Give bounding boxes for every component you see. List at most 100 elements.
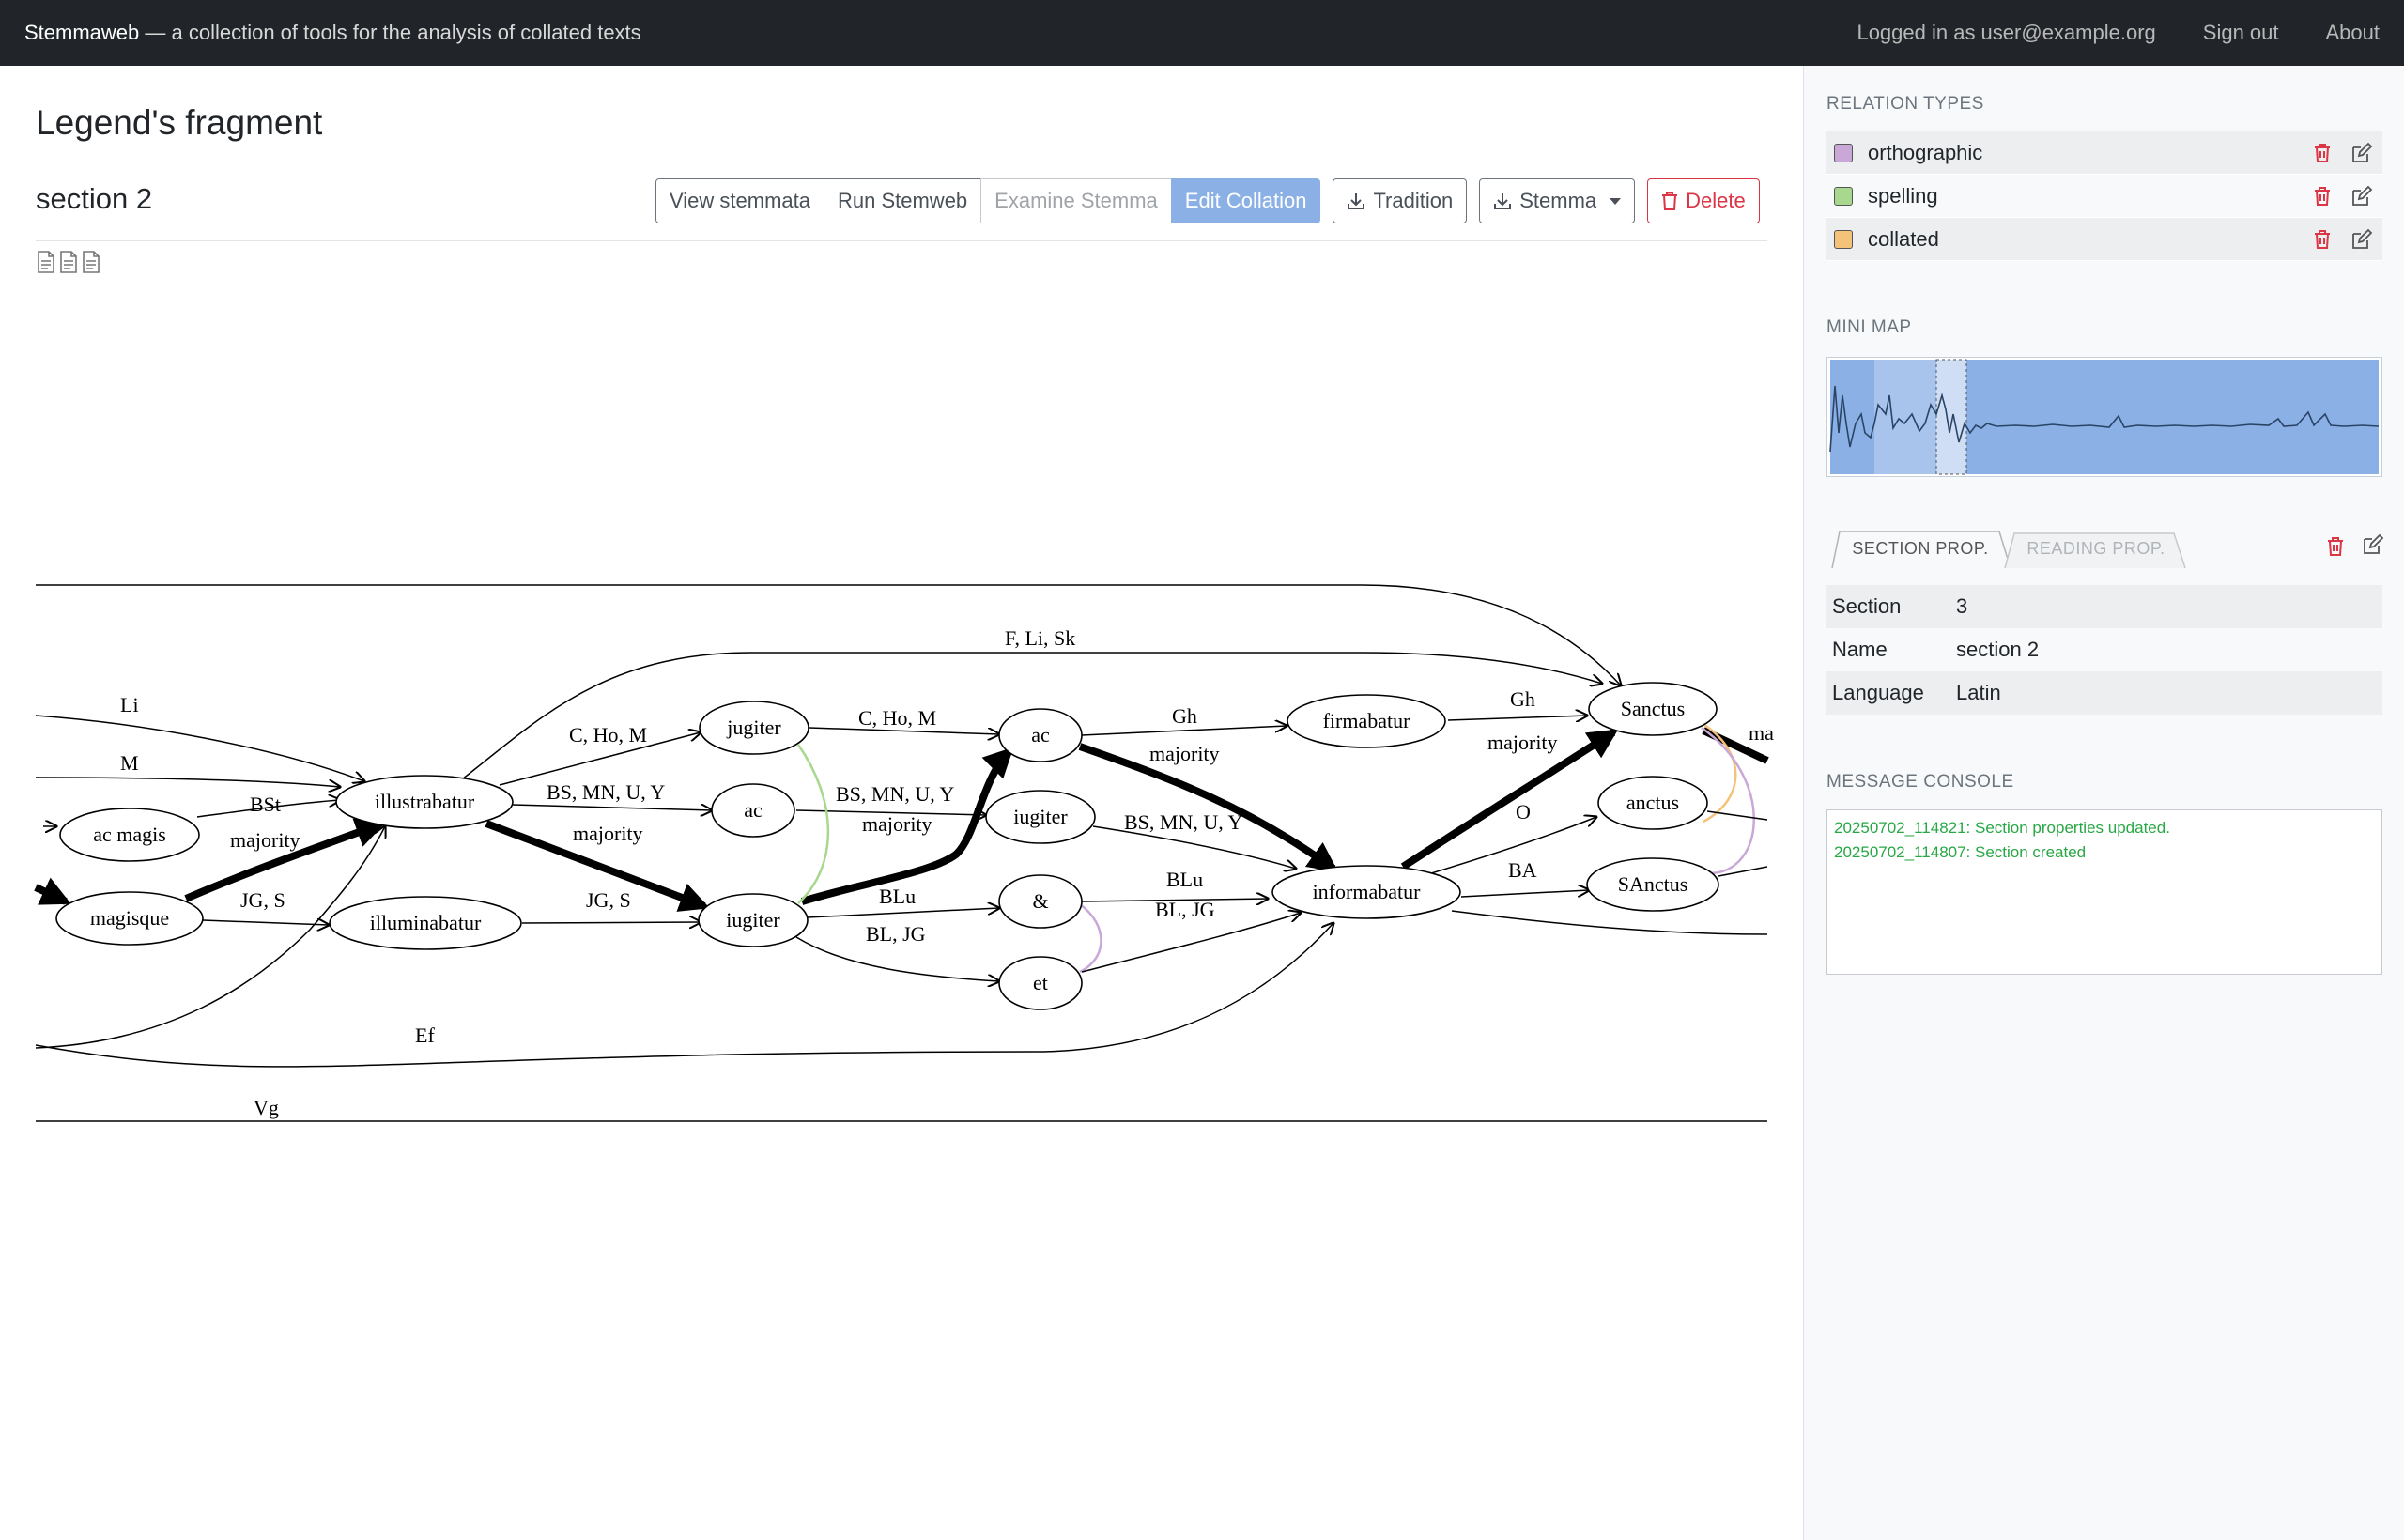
tab-section-properties[interactable]: SECTION PROP. [1840,528,2001,569]
document-icon[interactable] [81,250,101,274]
property-row: Language Latin [1826,671,2382,715]
edge [35,715,364,781]
node-label: ac magis [93,823,166,846]
trash-icon[interactable] [2322,533,2349,560]
view-stemmata-button[interactable]: View stemmata [655,178,824,223]
trash-icon[interactable] [2309,226,2335,253]
color-swatch [1834,186,1853,206]
download-icon [1348,193,1365,209]
edge-label: M [120,751,139,775]
edge-label: BLu [1166,868,1203,891]
header-divider [36,240,1767,241]
edge [1706,810,1768,821]
node-label: ac [1031,723,1050,747]
edge [35,923,1333,1068]
stemma-download-dropdown[interactable]: Stemma [1479,178,1636,223]
node-label: & [1032,889,1048,913]
examine-stemma-button[interactable]: Examine Stemma [980,178,1172,223]
top-navbar: Stemmaweb — a collection of tools for th… [0,0,2404,66]
relation-types-list: orthographic spelling collated [1826,131,2382,261]
edge [1451,910,1768,935]
tab-reading-properties[interactable]: READING PROP. [2016,528,2176,569]
edge-label: BL, JG [866,922,926,946]
toolbar: View stemmata Run Stemweb Examine Stemma… [655,178,1760,223]
logged-in-text: Logged in as user@example.org [1857,21,2156,44]
color-swatch [1834,229,1853,249]
edge [35,777,340,787]
node-label: informabatur [1313,880,1422,903]
tradition-label: Tradition [1373,189,1454,212]
relation-type-item[interactable]: collated [1826,218,2382,261]
edge-label: Ef [415,1024,435,1047]
about-link[interactable]: About [2326,21,2381,45]
edit-icon[interactable] [2349,226,2375,253]
brand-name: Stemmaweb [24,21,140,44]
delete-label: Delete [1686,189,1746,212]
trash-icon[interactable] [2309,140,2335,166]
edge-label: JG, S [586,888,631,912]
edit-collation-button[interactable]: Edit Collation [1170,178,1321,223]
edge-label: ma [1749,721,1774,745]
node-label: et [1033,971,1048,994]
nav-right: Logged in as user@example.org Sign out A… [1810,21,2380,45]
edit-icon[interactable] [2349,140,2375,166]
document-icon[interactable] [58,250,79,274]
trash-icon[interactable] [2309,183,2335,209]
property-value: Latin [1956,681,2001,704]
run-stemweb-button[interactable]: Run Stemweb [823,178,982,223]
edge-label: BSt [250,793,281,816]
main-area: Legend's fragment section 2 View stemmat… [0,66,1803,1540]
node-label: anctus [1626,791,1679,814]
relation-type-item[interactable]: orthographic [1826,131,2382,175]
relation-types-heading: RELATION TYPES [1826,94,1984,114]
node-label: iugiter [1013,805,1068,828]
section-title: section 2 [36,182,153,215]
app-brand[interactable]: Stemmaweb — a collection of tools for th… [24,21,641,45]
edge [1460,890,1589,898]
relation-edge [1079,902,1102,974]
caret-down-icon [1610,197,1622,205]
edge-label: Gh [1510,687,1535,711]
document-icons [36,250,101,274]
property-row: Name section 2 [1826,628,2382,671]
edit-icon[interactable] [2360,531,2386,558]
edit-icon[interactable] [2349,183,2375,209]
edge-label: BS, MN, U, Y [1124,810,1242,834]
minimap-graph [1829,359,2380,475]
edge-label: C, Ho, M [569,723,647,747]
relation-type-item[interactable]: spelling [1826,175,2382,218]
sign-out-link[interactable]: Sign out [2203,21,2279,45]
delete-button[interactable]: Delete [1647,178,1760,223]
property-tabs: SECTION PROP. READING PROP. [1830,528,2384,569]
brand-tagline: — a collection of tools for the analysis… [139,21,641,44]
edge-label: majority [1487,731,1558,754]
node-label: ac [744,798,763,822]
relation-type-name: spelling [1868,183,1938,208]
node-label: SAnctus [1618,872,1688,896]
property-value: section 2 [1956,638,2040,661]
collation-graph[interactable]: Vg Ef Li M BSt majority JG, S JG, S F, L… [0,498,1803,1155]
node-label: jugiter [726,716,781,739]
node-label: illuminabatur [370,911,482,934]
relation-type-name: collated [1868,226,1939,251]
edge [1081,913,1301,973]
edge [521,922,701,923]
download-icon [1494,193,1512,209]
minimap[interactable] [1826,357,2382,477]
edge-label: JG, S [240,888,285,912]
node-label: magisque [90,906,169,930]
edge-label: majority [1149,742,1220,765]
tradition-download-button[interactable]: Tradition [1333,178,1468,223]
property-key: Name [1832,638,1888,661]
node-label: firmabatur [1323,709,1411,732]
document-icon[interactable] [36,250,56,274]
node-label: iugiter [726,908,780,932]
sidebar: RELATION TYPES orthographic spelling col… [1803,66,2404,1540]
view-button-group: View stemmata Run Stemweb Examine Stemma… [655,178,1321,223]
edge-label: Vg [254,1096,279,1119]
edge [36,584,1621,685]
node-label: Sanctus [1621,697,1685,720]
edge-label: majority [573,822,643,845]
trash-icon [1662,192,1678,210]
message-console[interactable]: 20250702_114821: Section properties upda… [1826,809,2382,975]
